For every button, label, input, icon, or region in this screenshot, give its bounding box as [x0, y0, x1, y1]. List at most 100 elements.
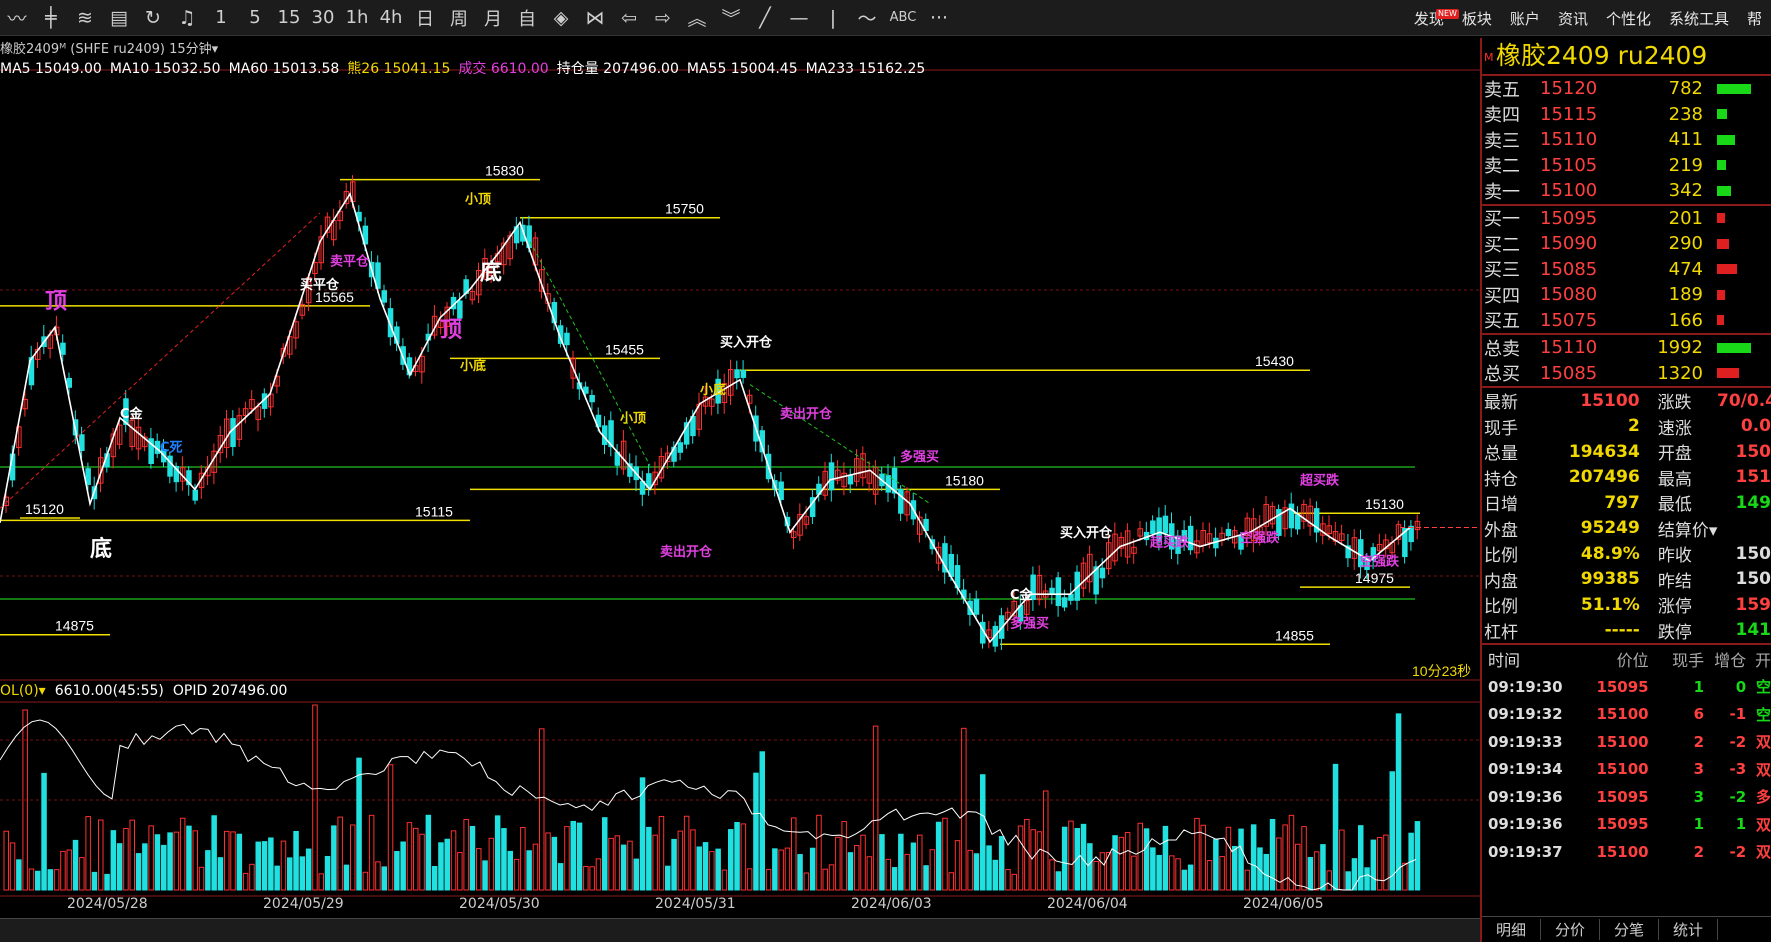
tick-qty: 2: [1693, 732, 1705, 751]
col-price: 价位: [1616, 651, 1649, 670]
volume-bar: [608, 837, 614, 891]
candle-body: [1055, 577, 1062, 607]
bid-price: 15080: [1540, 284, 1598, 306]
bid-row[interactable]: 买一 15095 201: [1482, 206, 1771, 232]
tick-oi-change: -2: [1729, 842, 1747, 861]
ask-row[interactable]: 卖五 15120 782: [1482, 76, 1771, 102]
volume-bar: [872, 725, 879, 891]
volume-bar: [173, 831, 180, 891]
bid-price: 15090: [1540, 233, 1598, 255]
total-volume-bar: [1717, 342, 1751, 353]
ask-row[interactable]: 卖二 15105 219: [1482, 153, 1771, 179]
volume-bar: [822, 868, 828, 891]
signal-marker: 顶: [45, 289, 67, 314]
tick-type: 双: [1755, 760, 1771, 779]
tab-1[interactable]: 分价: [1541, 919, 1601, 940]
tick-oi-change: 0: [1735, 677, 1747, 696]
bid-row[interactable]: 买三 15085 474: [1482, 257, 1771, 283]
bid-price: 15085: [1540, 258, 1598, 280]
indicator-legend[interactable]: OL(0)▾ 6610.00(45:55) OPID 207496.00: [0, 683, 296, 701]
volume-bar: [1093, 860, 1099, 891]
menu-system-tools[interactable]: 系统工具: [1660, 8, 1738, 29]
volume-bar: [904, 853, 910, 891]
volume-bar: [41, 772, 47, 891]
volume-bar: [16, 859, 22, 891]
candle-body: [778, 481, 784, 501]
tick-table[interactable]: 09:19:30 15095 1 0 空 09:19:32 15100 6 -1 空 09:19:3…: [1482, 673, 1771, 866]
tab-0[interactable]: 明细: [1482, 919, 1542, 940]
tick-qty: 3: [1693, 760, 1705, 779]
tick-row[interactable]: 09:19:36 15095 3 -2 多: [1482, 783, 1771, 811]
ask-book: 卖五 15120 782 卖四 15115 238 卖三 15110 411 卖二 15105 219…: [1482, 76, 1771, 204]
volume-bar: [677, 830, 684, 891]
volume-bar: [803, 872, 810, 891]
tick-row[interactable]: 09:19:32 15100 6 -1 空: [1482, 701, 1771, 729]
date-label: 2024/05/29: [263, 896, 344, 912]
candle-body: [847, 474, 854, 485]
ask-volume: 238: [1668, 103, 1703, 125]
tick-row[interactable]: 09:19:37 15100 2 -2 双: [1482, 838, 1771, 866]
ask-row[interactable]: 卖三 15110 411: [1482, 127, 1771, 153]
stat-label: 跌停: [1657, 622, 1692, 643]
bid-row[interactable]: 买四 15080 189: [1482, 282, 1771, 308]
stat-row: 现手 2 速涨 0.0: [1482, 414, 1771, 440]
stat-label: 持仓: [1484, 469, 1518, 490]
trading-app: 〰 ╪ ≋ ▤ ↻ ♫ 1 5 15 30 1h 4h 日 周 月 自 ◈ ⋈ …: [0, 0, 1771, 942]
tick-row[interactable]: 09:19:30 15095 1 0 空: [1482, 673, 1771, 701]
tick-time: 09:19:36: [1488, 815, 1563, 834]
tab-3[interactable]: 统计: [1659, 919, 1719, 940]
volume-bar: [494, 815, 501, 891]
volume-bar: [728, 829, 734, 891]
tab-2[interactable]: 分笔: [1600, 919, 1660, 940]
candle-body: [677, 442, 684, 453]
volume-bar: [520, 827, 526, 891]
chart-title[interactable]: 橡胶2409ᴹ (SHFE ru2409) 15分钟▾: [0, 38, 218, 58]
ask-price: 15110: [1540, 129, 1598, 151]
tick-price: 15095: [1596, 815, 1649, 834]
volume-bar: [929, 849, 936, 891]
total-row[interactable]: 总买 15085 1320: [1482, 361, 1771, 387]
total-label: 总买: [1484, 364, 1520, 386]
bottom-status-strip: [0, 918, 1480, 942]
volume-bar: [797, 854, 803, 891]
tick-row[interactable]: 09:19:36 15095 1 1 双: [1482, 811, 1771, 839]
stat-label: 速涨: [1657, 418, 1692, 439]
volume-bar: [961, 727, 967, 891]
stat-value: 0.0: [1740, 416, 1771, 437]
tick-row[interactable]: 09:19:34 15100 3 -3 双: [1482, 756, 1771, 784]
ask-row[interactable]: 卖四 15115 238: [1482, 102, 1771, 128]
quote-stats: 最新 15100 涨跌 70/0.4 现手 2 速涨 0.0 总量 194634 开盘 150 持仓 20…: [1482, 388, 1771, 643]
candle-body: [734, 369, 740, 379]
bid-volume-bar: [1717, 238, 1729, 249]
stat-value: -----: [1604, 620, 1640, 641]
price-level-label: 14855: [1275, 627, 1314, 643]
volume-bar: [1395, 713, 1402, 891]
volume-bar: [1213, 838, 1219, 891]
volume-bar: [142, 843, 148, 891]
volume-bar: [967, 849, 973, 891]
tick-time: 09:19:32: [1488, 705, 1563, 724]
stat-row: 持仓 207496 最高 151: [1482, 465, 1771, 491]
menu-account[interactable]: 账户: [1501, 8, 1549, 29]
bid-row[interactable]: 买五 15075 166: [1482, 308, 1771, 334]
price-level-label: 15430: [1255, 353, 1294, 369]
ask-price: 15115: [1540, 103, 1598, 125]
kline-chart[interactable]: 1583015750155651545515430151801513015120…: [0, 0, 1480, 918]
quote-panel: M 橡胶2409 ru2409 卖五 15120 782 卖四 15115 238 卖三 151…: [1480, 38, 1771, 942]
volume-bar: [1244, 869, 1251, 891]
tick-row[interactable]: 09:19:33 15100 2 -2 双: [1482, 728, 1771, 756]
volume-bar: [1036, 831, 1043, 891]
zigzag-line: [0, 191, 1411, 644]
volume-bar: [627, 840, 633, 891]
menu-news[interactable]: 资讯: [1549, 8, 1597, 29]
bid-row[interactable]: 买二 15090 290: [1482, 231, 1771, 257]
menu-help[interactable]: 帮: [1738, 8, 1771, 29]
menu-personalize[interactable]: 个性化: [1597, 8, 1660, 29]
volume-bar: [665, 865, 671, 891]
volume-bar: [413, 827, 419, 891]
signal-marker: 小顶: [465, 192, 491, 207]
tick-qty: 1: [1693, 677, 1705, 696]
ask-row[interactable]: 卖一 15100 342: [1482, 178, 1771, 204]
total-row[interactable]: 总卖 15110 1992: [1482, 335, 1771, 361]
stat-value: 797: [1604, 492, 1640, 513]
